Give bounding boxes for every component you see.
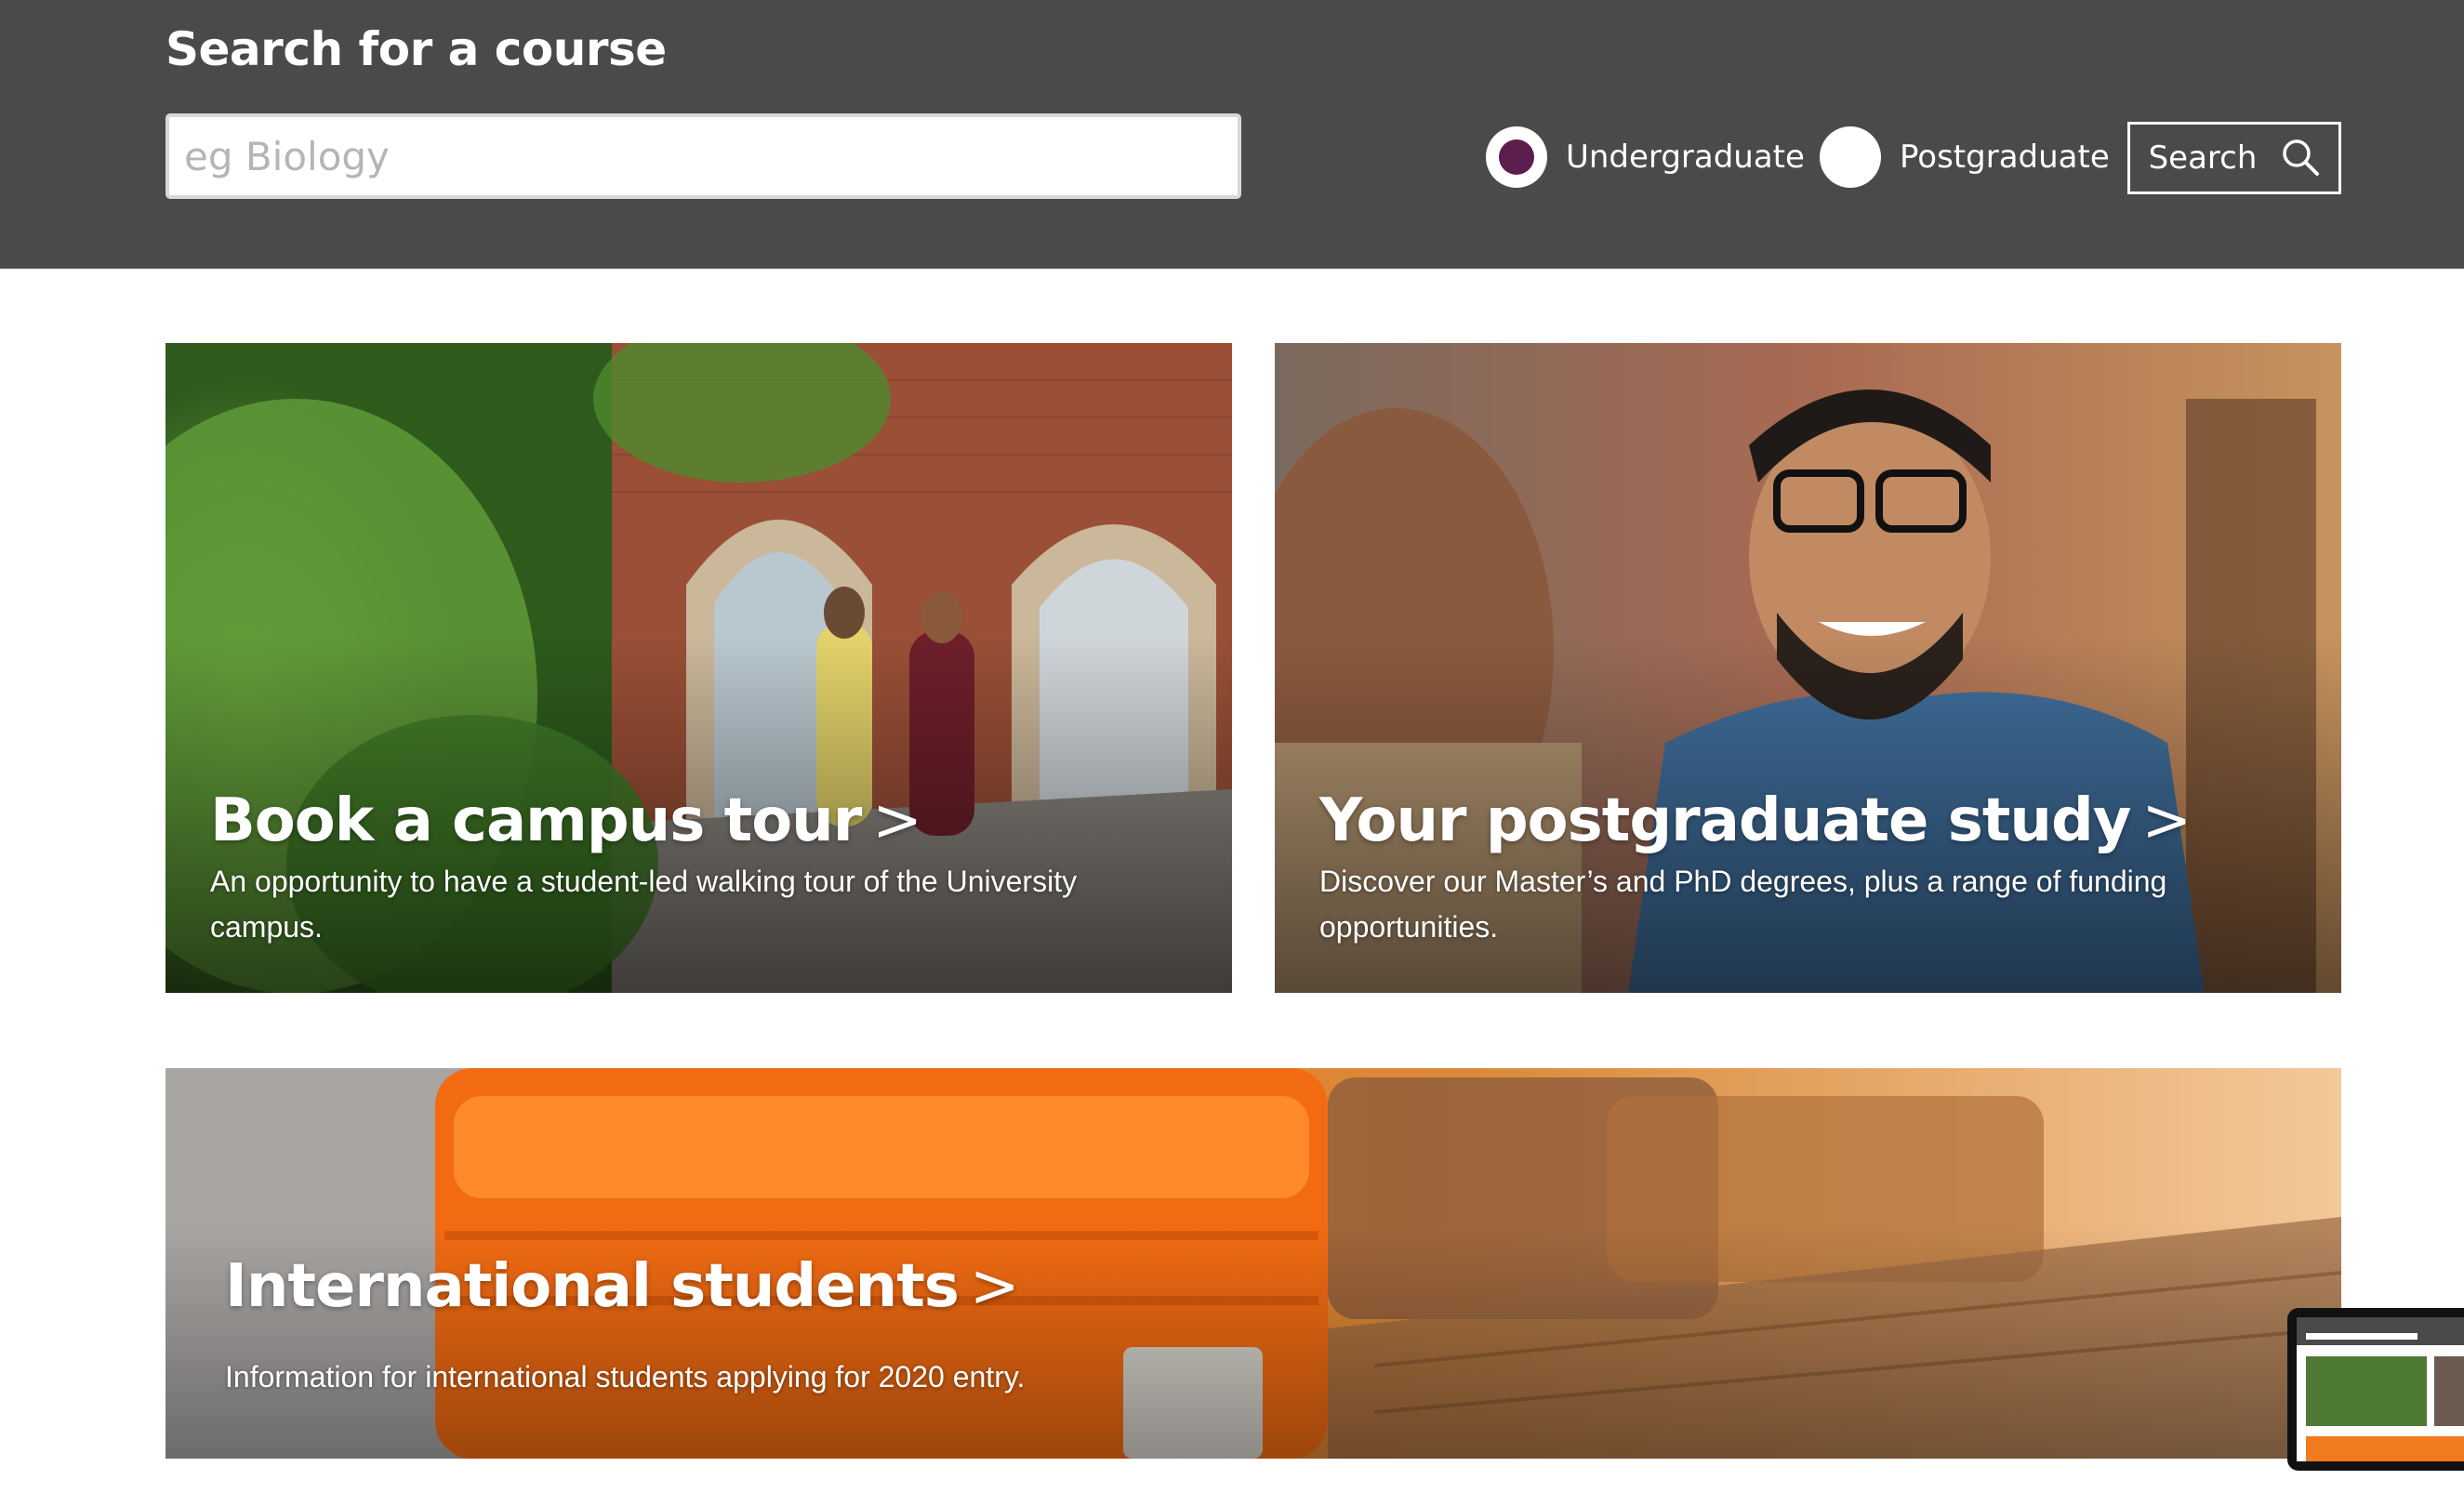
magnifier-icon (2281, 138, 2320, 179)
international-students-description: Information for international students a… (225, 1360, 1026, 1394)
undergraduate-radio-circle[interactable] (1486, 126, 1547, 188)
international-students-card[interactable]: International students > Information for … (166, 1068, 2341, 1459)
international-students-title-text: International students (225, 1252, 960, 1321)
undergraduate-radio-label: Undergraduate (1566, 139, 1805, 176)
postgraduate-study-description: Discover our Master’s and PhD degrees, p… (1319, 865, 2167, 944)
course-search-panel: Search for a course Undergraduate Postgr… (0, 0, 2464, 269)
postgraduate-radio-circle[interactable] (1820, 126, 1881, 188)
search-button[interactable]: Search (2127, 122, 2341, 194)
screenshot-thumbnail-image (2297, 1317, 2464, 1461)
campus-tour-title-text: Book a campus tour (210, 786, 862, 855)
chevron-right-icon: > (872, 786, 922, 855)
chevron-right-icon: > (2141, 786, 2192, 855)
postgraduate-study-title-text: Your postgraduate study (1319, 786, 2131, 855)
course-search-input[interactable] (166, 113, 1241, 199)
international-students-title: International students > (225, 1249, 1019, 1324)
campus-tour-title: Book a campus tour > (210, 784, 922, 858)
screenshot-thumbnail[interactable] (2287, 1308, 2464, 1471)
postgraduate-study-card[interactable]: Your postgraduate study > Discover our Ma… (1275, 343, 2341, 993)
campus-tour-card[interactable]: Book a campus tour > An opportunity to ha… (166, 343, 1232, 993)
search-button-label: Search (2148, 139, 2258, 177)
search-heading: Search for a course (166, 22, 667, 76)
chevron-right-icon: > (969, 1252, 1020, 1321)
undergraduate-radio[interactable]: Undergraduate (1486, 126, 1805, 188)
postgraduate-radio[interactable]: Postgraduate (1820, 126, 2110, 188)
campus-tour-description: An opportunity to have a student-led wal… (210, 865, 1078, 944)
postgraduate-study-title: Your postgraduate study > (1319, 784, 2192, 858)
postgraduate-radio-label: Postgraduate (1900, 139, 2110, 176)
